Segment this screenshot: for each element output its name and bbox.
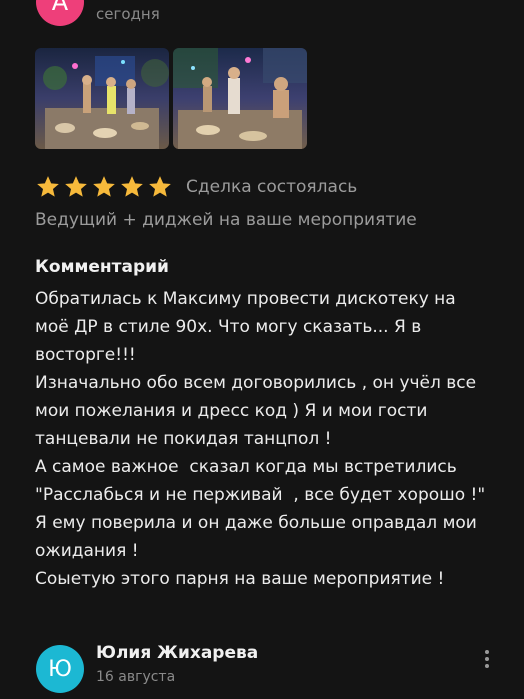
- review-card: А сегодня Сделка состоялась Ведущий + ди…: [0, 0, 524, 612]
- comment-line: Обратилась к Максиму провести дискотеку …: [35, 289, 456, 309]
- comment-line: Изначально обо всем договорились , он уч…: [35, 373, 477, 393]
- star-icon: [37, 176, 59, 197]
- more-options-icon[interactable]: [478, 648, 496, 670]
- comment-line: танцевали не покидая танцпол !: [35, 429, 332, 449]
- reviewer-name[interactable]: Юлия Жихарева: [96, 643, 258, 663]
- comment-line: ожидания !: [35, 541, 139, 561]
- comment-line: Я ему поверила и он даже больше оправдал…: [35, 513, 477, 533]
- star-icon: [65, 176, 87, 197]
- party-photo-image: [35, 48, 169, 149]
- avatar-letter: Ю: [48, 656, 72, 682]
- deal-status: Сделка состоялась: [186, 177, 358, 197]
- review-date: 16 августа: [96, 669, 176, 685]
- comment-line: мои пожелания и дресс код ) Я и мои гост…: [35, 401, 428, 421]
- review-photo[interactable]: [35, 48, 169, 149]
- comment-line: Соыетую этого парня на ваше мероприятие …: [35, 569, 445, 589]
- star-icon: [149, 176, 171, 197]
- more-options-icon[interactable]: [478, 0, 496, 6]
- review-photo[interactable]: [173, 48, 307, 149]
- star-icon: [121, 176, 143, 197]
- party-photo-image: [173, 48, 307, 149]
- rating-stars: [35, 174, 173, 200]
- review-card: Ю Юлия Жихарева 16 августа: [0, 630, 524, 699]
- comment-heading: Комментарий: [35, 257, 169, 277]
- comment-line: А самое важное сказал когда мы встретили…: [35, 457, 457, 477]
- review-date: сегодня: [96, 5, 160, 23]
- avatar[interactable]: Ю: [36, 645, 84, 693]
- star-icon: [93, 176, 115, 197]
- comment-line: восторге!!!: [35, 345, 136, 365]
- comment-line: моё ДР в стиле 90х. Что могу сказать... …: [35, 317, 422, 337]
- avatar-letter: А: [51, 0, 69, 16]
- service-name: Ведущий + диджей на ваше мероприятие: [35, 210, 417, 230]
- comment-line: "Расслабься и не перживай , все будет хо…: [35, 485, 486, 505]
- comment-text: Обратилась к Максиму провести дискотеку …: [35, 285, 515, 593]
- avatar[interactable]: А: [36, 0, 84, 26]
